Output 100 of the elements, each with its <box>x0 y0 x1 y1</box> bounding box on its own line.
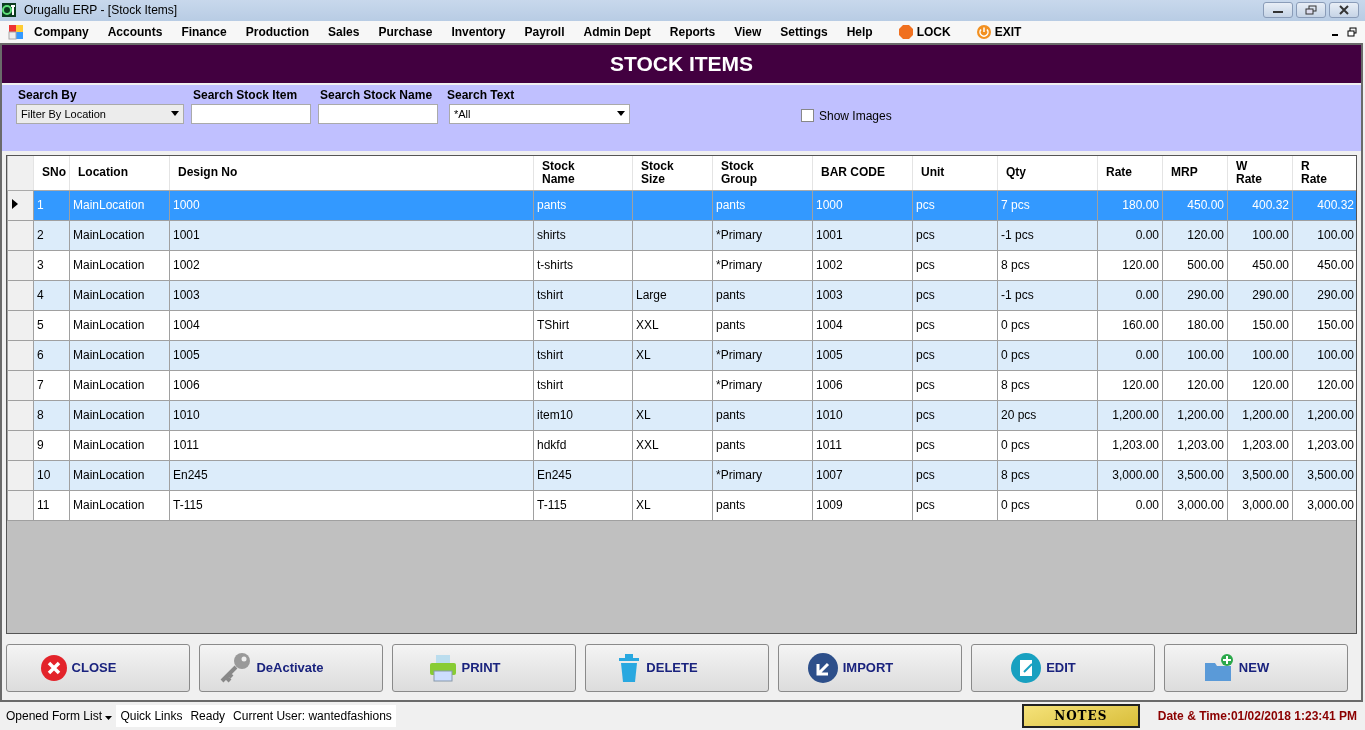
table-cell: 0 pcs <box>1001 438 1030 453</box>
menu-item[interactable]: Admin Dept <box>583 24 651 39</box>
table-row[interactable]: 4 MainLocation 1003 tshirt Large pants 1003 pcs -1 pcs 0.00 290.00 290.00 290.00 <box>7 280 1356 311</box>
table-cell: 1011 <box>173 438 199 453</box>
table-cell: 4 <box>37 288 44 303</box>
table-cell: 1,200.00 <box>1177 408 1224 423</box>
notes-button[interactable]: NOTES <box>1021 703 1140 728</box>
search-stock-item-field[interactable] <box>191 103 311 124</box>
search-stock-name-field[interactable] <box>318 103 438 124</box>
column-header[interactable]: Design No <box>169 155 534 191</box>
column-header[interactable]: BAR CODE <box>812 155 913 191</box>
menu-item[interactable]: Settings <box>780 24 828 39</box>
table-cell: 0.00 <box>1135 228 1159 243</box>
table-cell: MainLocation <box>73 228 145 243</box>
table-cell: pcs <box>916 198 935 213</box>
quick-links-link[interactable]: Quick Links <box>116 704 187 727</box>
search-text-dropdown[interactable]: *All <box>449 103 630 124</box>
column-header[interactable]: Stock Size <box>632 155 713 191</box>
menu-item[interactable]: Company <box>34 24 89 39</box>
table-cell: *Primary <box>716 348 762 363</box>
show-images-checkbox[interactable] <box>801 109 814 123</box>
table-cell: shirts <box>537 228 566 243</box>
column-header[interactable]: Unit <box>912 155 998 191</box>
menu-item[interactable]: Accounts <box>107 24 163 39</box>
menu-item[interactable]: View <box>734 24 762 39</box>
column-header[interactable]: W Rate <box>1227 155 1293 191</box>
table-cell: 120.00 <box>1122 378 1159 393</box>
table-row[interactable]: 9 MainLocation 1011 hdkfd XXL pants 1011 pcs 0 pcs 1,203.00 1,203.00 1,203.00 1,203.00 <box>7 430 1356 461</box>
table-cell: XXL <box>636 318 659 333</box>
delete-button[interactable]: DELETE <box>585 643 769 692</box>
close-window-button[interactable] <box>1329 2 1359 19</box>
column-header[interactable]: Stock Group <box>712 155 813 191</box>
menu-item[interactable]: Reports <box>669 24 716 39</box>
table-row[interactable]: 5 MainLocation 1004 TShirt XXL pants 1004 pcs 0 pcs 160.00 180.00 150.00 150.00 <box>7 310 1356 341</box>
table-cell: 500.00 <box>1187 258 1224 273</box>
window-title: Orugallu ERP - [Stock Items] <box>24 3 178 18</box>
new-button[interactable]: NEW <box>1164 643 1348 692</box>
column-header[interactable]: R Rate <box>1292 155 1356 191</box>
column-header[interactable]: Stock Name <box>533 155 633 191</box>
column-header[interactable]: MRP <box>1162 155 1228 191</box>
field-label: Search Stock Item <box>192 86 299 103</box>
table-cell: pants <box>716 498 746 513</box>
column-header[interactable]: SNo <box>33 155 70 191</box>
table-cell: MainLocation <box>73 438 145 453</box>
table-cell: MainLocation <box>73 468 145 483</box>
column-header[interactable]: Location <box>69 155 170 191</box>
table-cell: 450.00 <box>1317 258 1354 273</box>
import-button[interactable]: IMPORT <box>778 643 962 692</box>
table-cell: 1,203.00 <box>1112 438 1159 453</box>
exit-menu-item[interactable]: EXIT <box>975 23 1022 40</box>
menu-item[interactable]: Finance <box>181 24 227 39</box>
search-by-dropdown[interactable]: Filter By Location <box>16 103 184 124</box>
table-cell: 1010 <box>173 408 200 423</box>
table-cell: 8 pcs <box>1001 258 1030 273</box>
table-cell: pants <box>716 408 746 423</box>
deactivate-button[interactable]: DeActivate <box>199 643 383 692</box>
table-row[interactable]: 6 MainLocation 1005 tshirt XL *Primary 1005 pcs 0 pcs 0.00 100.00 100.00 100.00 <box>7 340 1356 371</box>
menu-item[interactable]: Purchase <box>378 24 433 39</box>
column-header[interactable]: Rate <box>1097 155 1163 191</box>
column-header[interactable]: Qty <box>997 155 1098 191</box>
restore-icon[interactable] <box>1347 26 1357 37</box>
table-cell: 0.00 <box>1135 498 1159 513</box>
date-time-text: Date & Time:01/02/2018 1:23:41 PM <box>1157 708 1358 723</box>
table-cell: *Primary <box>716 258 762 273</box>
table-cell: 1 <box>37 198 44 213</box>
menu-item[interactable]: Inventory <box>451 24 506 39</box>
minimize-button[interactable] <box>1263 2 1293 19</box>
menu-item[interactable]: Sales <box>328 24 360 39</box>
restore-icon <box>1305 5 1317 16</box>
table-row[interactable]: 7 MainLocation 1006 tshirt *Primary 1006 pcs 8 pcs 120.00 120.00 120.00 120.00 <box>7 370 1356 401</box>
key-icon <box>218 650 253 685</box>
edit-button[interactable]: EDIT <box>971 643 1155 692</box>
table-cell: 6 <box>37 348 44 363</box>
print-button[interactable]: PRINT <box>392 643 576 692</box>
checkbox-label: Show Images <box>819 108 892 123</box>
lock-icon <box>897 23 914 40</box>
close-button[interactable]: CLOSE <box>6 643 190 692</box>
table-row[interactable]: 8 MainLocation 1010 item10 XL pants 1010 pcs 20 pcs 1,200.00 1,200.00 1,200.00 1,200.00 <box>7 400 1356 431</box>
menu-item[interactable]: Help <box>846 24 873 39</box>
table-row[interactable]: 11 MainLocation T-115 T-115 XL pants 1009 pcs 0 pcs 0.00 3,000.00 3,000.00 3,000.00 <box>7 490 1356 521</box>
table-cell: 8 pcs <box>1001 378 1030 393</box>
table-row[interactable]: 2 MainLocation 1001 shirts *Primary 1001 pcs -1 pcs 0.00 120.00 100.00 100.00 <box>7 220 1356 251</box>
table-cell: 400.32 <box>1252 198 1289 213</box>
table-cell: 2 <box>37 228 44 243</box>
table-cell: pcs <box>916 258 935 273</box>
table-cell: -1 pcs <box>1001 228 1034 243</box>
table-row[interactable]: 10 MainLocation En245 En245 *Primary 1007 pcs 8 pcs 3,000.00 3,500.00 3,500.00 3,500.00 <box>7 460 1356 491</box>
menu-item[interactable]: Payroll <box>524 24 565 39</box>
table-cell: XL <box>636 498 651 513</box>
table-row[interactable]: 3 MainLocation 1002 t-shirts *Primary 1002 pcs 8 pcs 120.00 500.00 450.00 450.00 <box>7 250 1356 281</box>
menu-item[interactable]: Production <box>245 24 310 39</box>
lock-menu-item[interactable]: LOCK <box>897 23 951 40</box>
table-cell: 0.00 <box>1135 348 1159 363</box>
page-title: STOCK ITEMS <box>609 51 754 76</box>
table-cell: *Primary <box>716 468 762 483</box>
restore-button[interactable] <box>1296 2 1326 19</box>
app-menu-icon[interactable] <box>8 23 24 40</box>
table-cell: 10 <box>37 468 51 483</box>
power-icon <box>975 23 992 40</box>
table-cell: 1006 <box>173 378 200 393</box>
